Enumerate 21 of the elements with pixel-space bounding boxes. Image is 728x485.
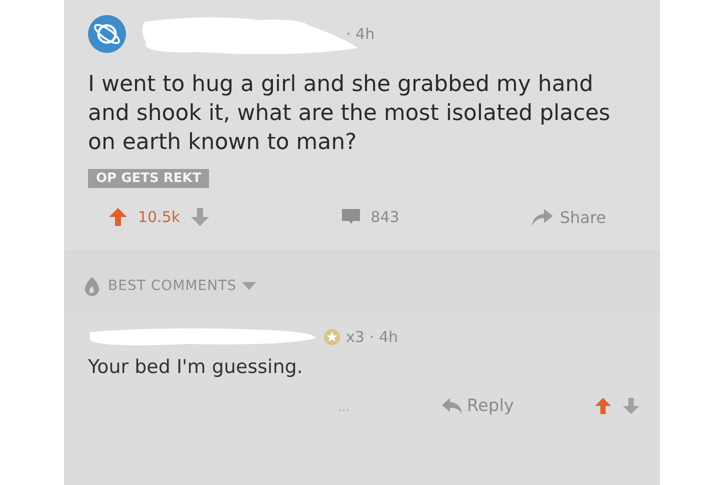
comment-time: · 4h [369, 328, 398, 346]
upvote-icon[interactable] [108, 207, 128, 227]
vote-score: 10.5k [138, 208, 180, 226]
award-icon [323, 328, 341, 346]
caret-icon [240, 281, 257, 291]
downvote-icon[interactable] [190, 207, 210, 227]
planet-avatar-icon [88, 15, 126, 53]
comment-count: 843 [370, 208, 400, 226]
share-arrow-icon [530, 207, 554, 227]
upvote-icon[interactable] [594, 397, 612, 415]
reply-button[interactable]: Reply [440, 396, 514, 416]
downvote-icon[interactable] [622, 397, 640, 415]
share-button[interactable]: Share [530, 207, 606, 227]
post-title: I went to hug a girl and she grabbed my hand and shook it, what are the most isolated places on earth known to man? [88, 71, 612, 157]
post-time: · 4h [346, 25, 375, 43]
comment-body: Your bed I'm guessing. [88, 356, 304, 378]
sort-dropdown[interactable]: BEST COMMENTS [108, 278, 257, 294]
reply-arrow-icon [440, 397, 463, 415]
award-count: x3 [346, 328, 364, 346]
more-button[interactable]: ... [338, 398, 350, 414]
flair-tag: OP GETS REKT [88, 169, 210, 188]
